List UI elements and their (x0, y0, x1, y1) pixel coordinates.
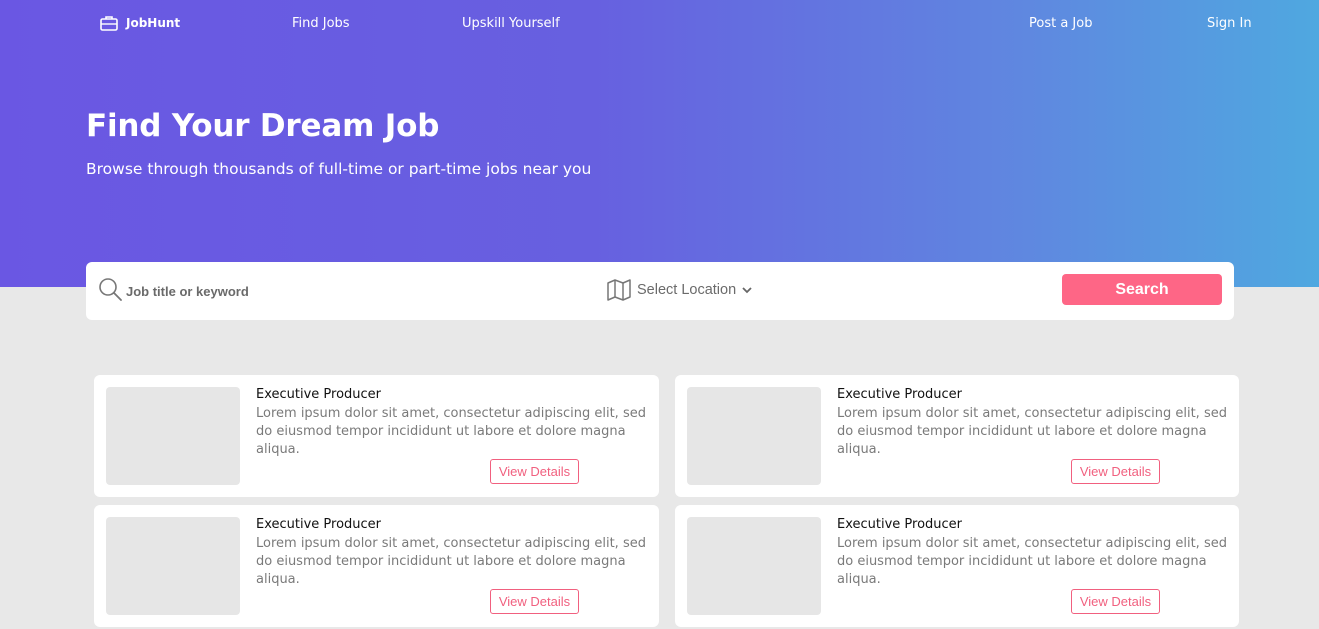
nav-upskill-yourself[interactable]: Upskill Yourself (462, 16, 560, 31)
job-description: Lorem ipsum dolor sit amet, consectetur … (837, 406, 1227, 457)
job-card: Executive Producer Lorem ipsum dolor sit… (675, 375, 1239, 497)
job-description: Lorem ipsum dolor sit amet, consectetur … (256, 536, 646, 587)
search-icon (99, 278, 122, 301)
nav-post-a-job[interactable]: Post a Job (1029, 16, 1092, 31)
brand-name: JobHunt (126, 16, 181, 30)
job-thumbnail (687, 517, 821, 615)
location-label: Select Location (637, 282, 737, 298)
job-thumbnail (687, 387, 821, 485)
brand-logo[interactable]: JobHunt (100, 12, 180, 34)
briefcase-icon (100, 16, 118, 31)
search-button[interactable]: Search (1062, 274, 1222, 305)
job-card: Executive Producer Lorem ipsum dolor sit… (94, 505, 659, 627)
job-title: Executive Producer (837, 387, 963, 402)
job-thumbnail (106, 387, 240, 485)
view-details-button[interactable]: View Details (490, 459, 579, 484)
view-details-button[interactable]: View Details (490, 589, 579, 614)
view-details-button[interactable]: View Details (1071, 459, 1160, 484)
search-bar: Select Location Search (86, 262, 1234, 320)
nav-find-jobs[interactable]: Find Jobs (292, 16, 350, 31)
job-description: Lorem ipsum dolor sit amet, consectetur … (837, 536, 1227, 587)
view-details-button[interactable]: View Details (1071, 589, 1160, 614)
location-select[interactable]: Select Location (607, 278, 752, 302)
map-icon (607, 279, 631, 301)
chevron-down-icon (742, 287, 752, 294)
nav-sign-in[interactable]: Sign In (1207, 16, 1252, 31)
job-title: Executive Producer (256, 517, 382, 532)
hero-title: Find Your Dream Job (86, 108, 440, 144)
job-card: Executive Producer Lorem ipsum dolor sit… (675, 505, 1239, 627)
job-title: Executive Producer (837, 517, 963, 532)
job-card: Executive Producer Lorem ipsum dolor sit… (94, 375, 659, 497)
job-thumbnail (106, 517, 240, 615)
job-title: Executive Producer (256, 387, 382, 402)
hero-subtitle: Browse through thousands of full-time or… (86, 160, 592, 178)
job-description: Lorem ipsum dolor sit amet, consectetur … (256, 406, 646, 457)
search-input[interactable] (126, 280, 426, 302)
